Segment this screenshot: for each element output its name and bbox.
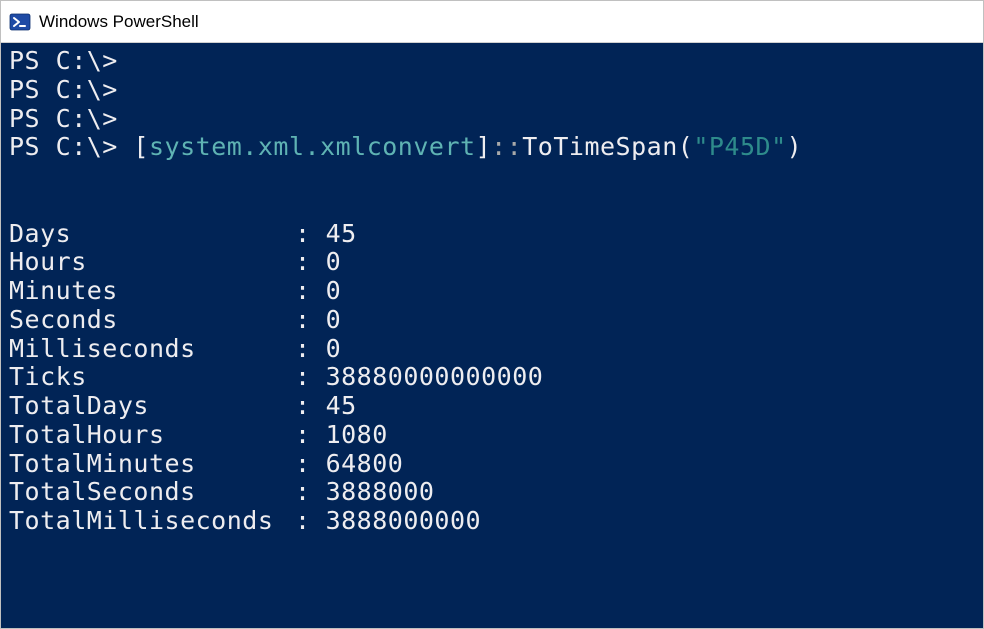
output-value: 38880000000000 [326,363,544,392]
output-value: 45 [326,392,357,421]
terminal-body[interactable]: PS C:\> PS C:\> PS C:\> PS C:\> [system.… [1,43,983,628]
prompt-line: PS C:\> [9,46,118,75]
output-value: 3888000 [326,478,435,507]
output-row: Minutes:0 [9,277,975,306]
prompt-line: PS C:\> [9,132,118,161]
output-sep: : [295,363,326,392]
output-value: 0 [326,277,342,306]
output-value: 3888000000 [326,507,482,536]
output-row: TotalDays:45 [9,392,975,421]
output-key: TotalDays [9,392,295,421]
cmd-string-close: " [771,132,787,161]
output-sep: : [295,335,326,364]
powershell-window: Windows PowerShell PS C:\> PS C:\> PS C:… [0,0,984,629]
output-value: 0 [326,335,342,364]
output-sep: : [295,392,326,421]
output-sep: : [295,507,326,536]
output-row: Seconds:0 [9,306,975,335]
output-key: Minutes [9,277,295,306]
output-row: TotalMinutes:64800 [9,450,975,479]
output-row: Hours:0 [9,248,975,277]
output-key: Hours [9,248,295,277]
output-sep: : [295,220,326,249]
output-row: TotalHours:1080 [9,421,975,450]
output-key: Seconds [9,306,295,335]
output-key: Ticks [9,363,295,392]
output-row: Ticks:38880000000000 [9,363,975,392]
prompt-line: PS C:\> [9,104,118,133]
output-key: TotalMilliseconds [9,507,295,536]
cmd-open-bracket: [ [133,132,149,161]
powershell-icon [9,11,31,33]
output-sep: : [295,421,326,450]
output-row: TotalMilliseconds:3888000000 [9,507,975,536]
output-value: 0 [326,248,342,277]
output-key: Days [9,220,295,249]
output-key: TotalSeconds [9,478,295,507]
output-value: 64800 [326,450,404,479]
output-key: TotalMinutes [9,450,295,479]
output-sep: : [295,248,326,277]
output-sep: : [295,277,326,306]
output-value: 45 [326,220,357,249]
titlebar[interactable]: Windows PowerShell [1,1,983,43]
output-row: TotalSeconds:3888000 [9,478,975,507]
output-sep: : [295,478,326,507]
output-sep: : [295,306,326,335]
prompt-line: PS C:\> [9,75,118,104]
cmd-scope-op: :: [491,132,522,161]
cmd-open-paren: ( [678,132,694,161]
output-value: 0 [326,306,342,335]
output-key: TotalHours [9,421,295,450]
output-key: Milliseconds [9,335,295,364]
cmd-close-paren: ) [787,132,803,161]
cmd-type-name: system.xml.xmlconvert [149,132,476,161]
cmd-method: ToTimeSpan [522,132,678,161]
output-row: Milliseconds:0 [9,335,975,364]
output-sep: : [295,450,326,479]
output-value: 1080 [326,421,388,450]
cmd-string-value: P45D [709,132,771,161]
output-row: Days:45 [9,220,975,249]
cmd-string-open: " [693,132,709,161]
cmd-close-bracket: ] [476,132,492,161]
window-title: Windows PowerShell [39,12,199,32]
